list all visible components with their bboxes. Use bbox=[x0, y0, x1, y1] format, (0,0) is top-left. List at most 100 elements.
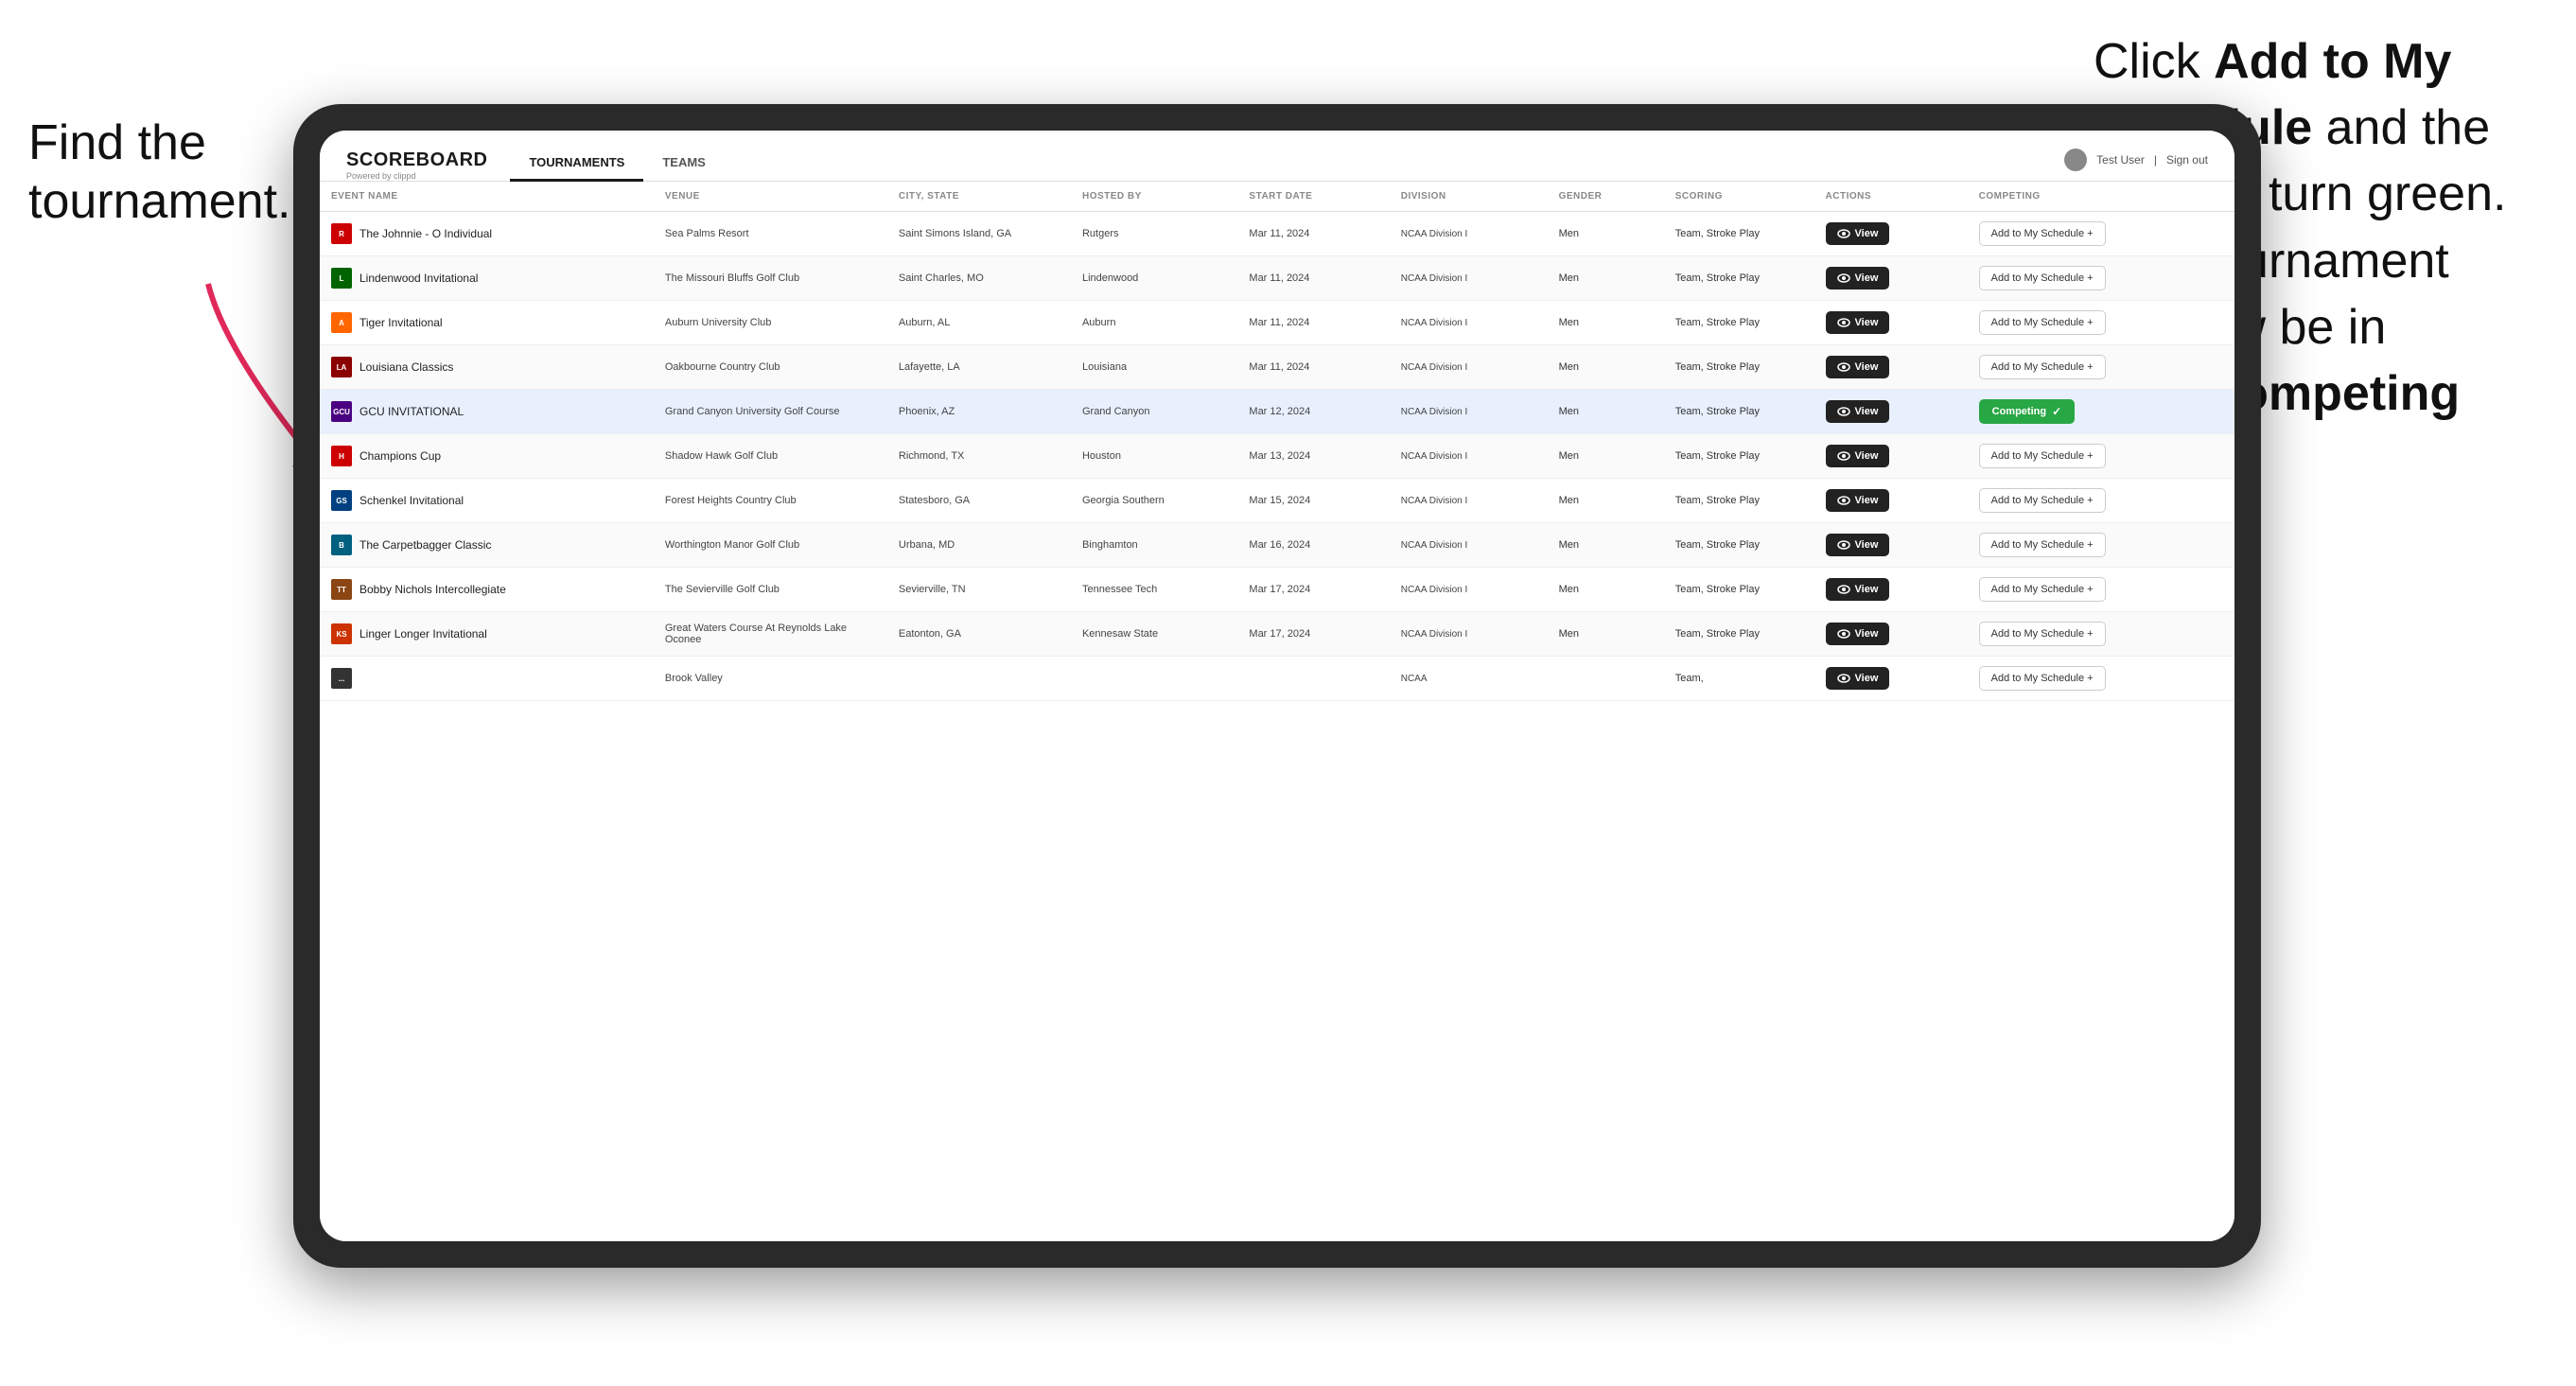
event-name-cell: B The Carpetbagger Classic bbox=[331, 535, 642, 555]
event-name-cell: R The Johnnie - O Individual bbox=[331, 223, 642, 244]
scoring-text: Team, Stroke Play bbox=[1675, 361, 1760, 373]
event-name: Lindenwood Invitational bbox=[359, 272, 478, 285]
eye-icon bbox=[1837, 362, 1850, 372]
add-schedule-label: Add to My Schedule + bbox=[1991, 361, 2094, 373]
tournaments-table: EVENT NAME VENUE CITY, STATE HOSTED BY S… bbox=[320, 182, 2234, 701]
eye-icon bbox=[1837, 407, 1850, 416]
th-gender: GENDER bbox=[1548, 182, 1664, 212]
table-row: A Tiger Invitational Auburn University C… bbox=[320, 301, 2234, 345]
add-schedule-button[interactable]: Add to My Schedule + bbox=[1979, 266, 2106, 290]
table-body: R The Johnnie - O Individual Sea Palms R… bbox=[320, 212, 2234, 701]
scoring-text: Team, Stroke Play bbox=[1675, 406, 1760, 417]
logo-area: SCOREBOARD Powered by clippd bbox=[346, 150, 487, 181]
table-row: L Lindenwood Invitational The Missouri B… bbox=[320, 256, 2234, 301]
hosted-text: Kennesaw State bbox=[1082, 628, 1158, 640]
venue-text: Oakbourne Country Club bbox=[665, 361, 780, 373]
city-text: Statesboro, GA bbox=[899, 495, 970, 506]
city-text: Urbana, MD bbox=[899, 539, 955, 551]
th-date: START DATE bbox=[1237, 182, 1389, 212]
add-schedule-button[interactable]: Add to My Schedule + bbox=[1979, 622, 2106, 646]
view-button[interactable]: View bbox=[1826, 222, 1890, 245]
view-button[interactable]: View bbox=[1826, 534, 1890, 556]
view-button[interactable]: View bbox=[1826, 311, 1890, 334]
gender-text: Men bbox=[1559, 495, 1579, 506]
scoring-text: Team, Stroke Play bbox=[1675, 495, 1760, 506]
table-row: TT Bobby Nichols Intercollegiate The Sev… bbox=[320, 568, 2234, 612]
table-row: GS Schenkel Invitational Forest Heights … bbox=[320, 479, 2234, 523]
event-name: GCU INVITATIONAL bbox=[359, 405, 464, 418]
tab-tournaments[interactable]: TOURNAMENTS bbox=[510, 146, 643, 182]
team-logo: H bbox=[331, 446, 352, 466]
gender-text: Men bbox=[1559, 539, 1579, 551]
hosted-text: Louisiana bbox=[1082, 361, 1127, 373]
eye-icon bbox=[1837, 273, 1850, 283]
add-schedule-button[interactable]: Add to My Schedule + bbox=[1979, 577, 2106, 602]
th-actions: ACTIONS bbox=[1814, 182, 1968, 212]
view-button[interactable]: View bbox=[1826, 400, 1890, 423]
scoring-text: Team, Stroke Play bbox=[1675, 450, 1760, 462]
event-name: Schenkel Invitational bbox=[359, 494, 464, 507]
view-button[interactable]: View bbox=[1826, 578, 1890, 601]
scoring-text: Team, Stroke Play bbox=[1675, 539, 1760, 551]
hosted-text: Georgia Southern bbox=[1082, 495, 1165, 506]
competing-button[interactable]: Competing ✓ bbox=[1979, 399, 2076, 424]
division-text: NCAA Division I bbox=[1401, 540, 1468, 551]
team-logo: TT bbox=[331, 579, 352, 600]
division-text: NCAA Division I bbox=[1401, 496, 1468, 506]
view-button[interactable]: View bbox=[1826, 267, 1890, 289]
event-name-cell: KS Linger Longer Invitational bbox=[331, 623, 642, 644]
division-text: NCAA bbox=[1401, 674, 1428, 684]
event-name-cell: GS Schenkel Invitational bbox=[331, 490, 642, 511]
venue-text: Forest Heights Country Club bbox=[665, 495, 797, 506]
add-schedule-label: Add to My Schedule + bbox=[1991, 539, 2094, 551]
th-venue: VENUE bbox=[654, 182, 887, 212]
scoring-text: Team, Stroke Play bbox=[1675, 628, 1760, 640]
gender-text: Men bbox=[1559, 406, 1579, 417]
team-logo: GS bbox=[331, 490, 352, 511]
date-text: Mar 15, 2024 bbox=[1249, 495, 1310, 506]
date-text: Mar 11, 2024 bbox=[1249, 317, 1309, 328]
event-name: Tiger Invitational bbox=[359, 316, 443, 329]
add-schedule-button[interactable]: Add to My Schedule + bbox=[1979, 221, 2106, 246]
tab-teams[interactable]: TEAMS bbox=[643, 146, 725, 182]
view-button[interactable]: View bbox=[1826, 489, 1890, 512]
add-schedule-button[interactable]: Add to My Schedule + bbox=[1979, 488, 2106, 513]
event-name: Louisiana Classics bbox=[359, 360, 453, 374]
date-text: Mar 12, 2024 bbox=[1249, 406, 1310, 417]
add-schedule-button[interactable]: Add to My Schedule + bbox=[1979, 355, 2106, 379]
city-text: Saint Charles, MO bbox=[899, 272, 984, 284]
add-schedule-button[interactable]: Add to My Schedule + bbox=[1979, 310, 2106, 335]
division-text: NCAA Division I bbox=[1401, 362, 1468, 373]
view-button[interactable]: View bbox=[1826, 356, 1890, 378]
view-button[interactable]: View bbox=[1826, 667, 1890, 690]
scoring-text: Team, bbox=[1675, 673, 1704, 684]
eye-icon bbox=[1837, 674, 1850, 683]
add-schedule-label: Add to My Schedule + bbox=[1991, 628, 2094, 640]
date-text: Mar 17, 2024 bbox=[1249, 584, 1310, 595]
event-name: Champions Cup bbox=[359, 449, 441, 463]
event-name: Bobby Nichols Intercollegiate bbox=[359, 583, 506, 596]
gender-text: Men bbox=[1559, 228, 1579, 239]
th-event: EVENT NAME bbox=[320, 182, 654, 212]
hosted-text: Grand Canyon bbox=[1082, 406, 1150, 417]
add-schedule-button[interactable]: Add to My Schedule + bbox=[1979, 444, 2106, 468]
venue-text: Worthington Manor Golf Club bbox=[665, 539, 799, 551]
add-schedule-button[interactable]: Add to My Schedule + bbox=[1979, 666, 2106, 691]
table-row: H Champions Cup Shadow Hawk Golf ClubRic… bbox=[320, 434, 2234, 479]
add-schedule-button[interactable]: Add to My Schedule + bbox=[1979, 533, 2106, 557]
view-button[interactable]: View bbox=[1826, 623, 1890, 645]
event-name-cell: H Champions Cup bbox=[331, 446, 642, 466]
add-schedule-label: Add to My Schedule + bbox=[1991, 228, 2094, 239]
logo-sub: Powered by clippd bbox=[346, 171, 487, 181]
team-logo: KS bbox=[331, 623, 352, 644]
table-row: ... Brook ValleyNCAATeam, View Add to My… bbox=[320, 657, 2234, 701]
sign-out-link[interactable]: Sign out bbox=[2166, 153, 2208, 167]
table-row: R The Johnnie - O Individual Sea Palms R… bbox=[320, 212, 2234, 256]
venue-text: Grand Canyon University Golf Course bbox=[665, 406, 840, 417]
view-button[interactable]: View bbox=[1826, 445, 1890, 467]
th-scoring: SCORING bbox=[1664, 182, 1814, 212]
nav-right: Test User | Sign out bbox=[2064, 149, 2208, 181]
competing-label: Competing bbox=[1992, 406, 2046, 417]
team-logo: B bbox=[331, 535, 352, 555]
division-text: NCAA Division I bbox=[1401, 629, 1468, 640]
